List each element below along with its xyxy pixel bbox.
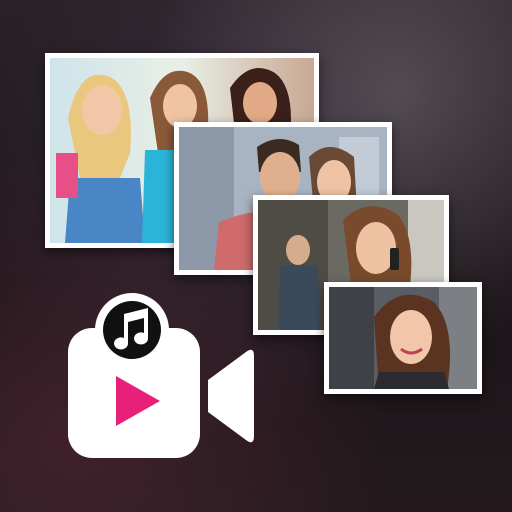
app-icon-canvas [0,0,512,512]
photo-portrait-image [329,287,477,389]
collage-photo-portrait [324,282,482,394]
video-camera-graphic [68,293,254,458]
video-camera-icon [68,288,258,460]
music-badge [103,301,161,359]
